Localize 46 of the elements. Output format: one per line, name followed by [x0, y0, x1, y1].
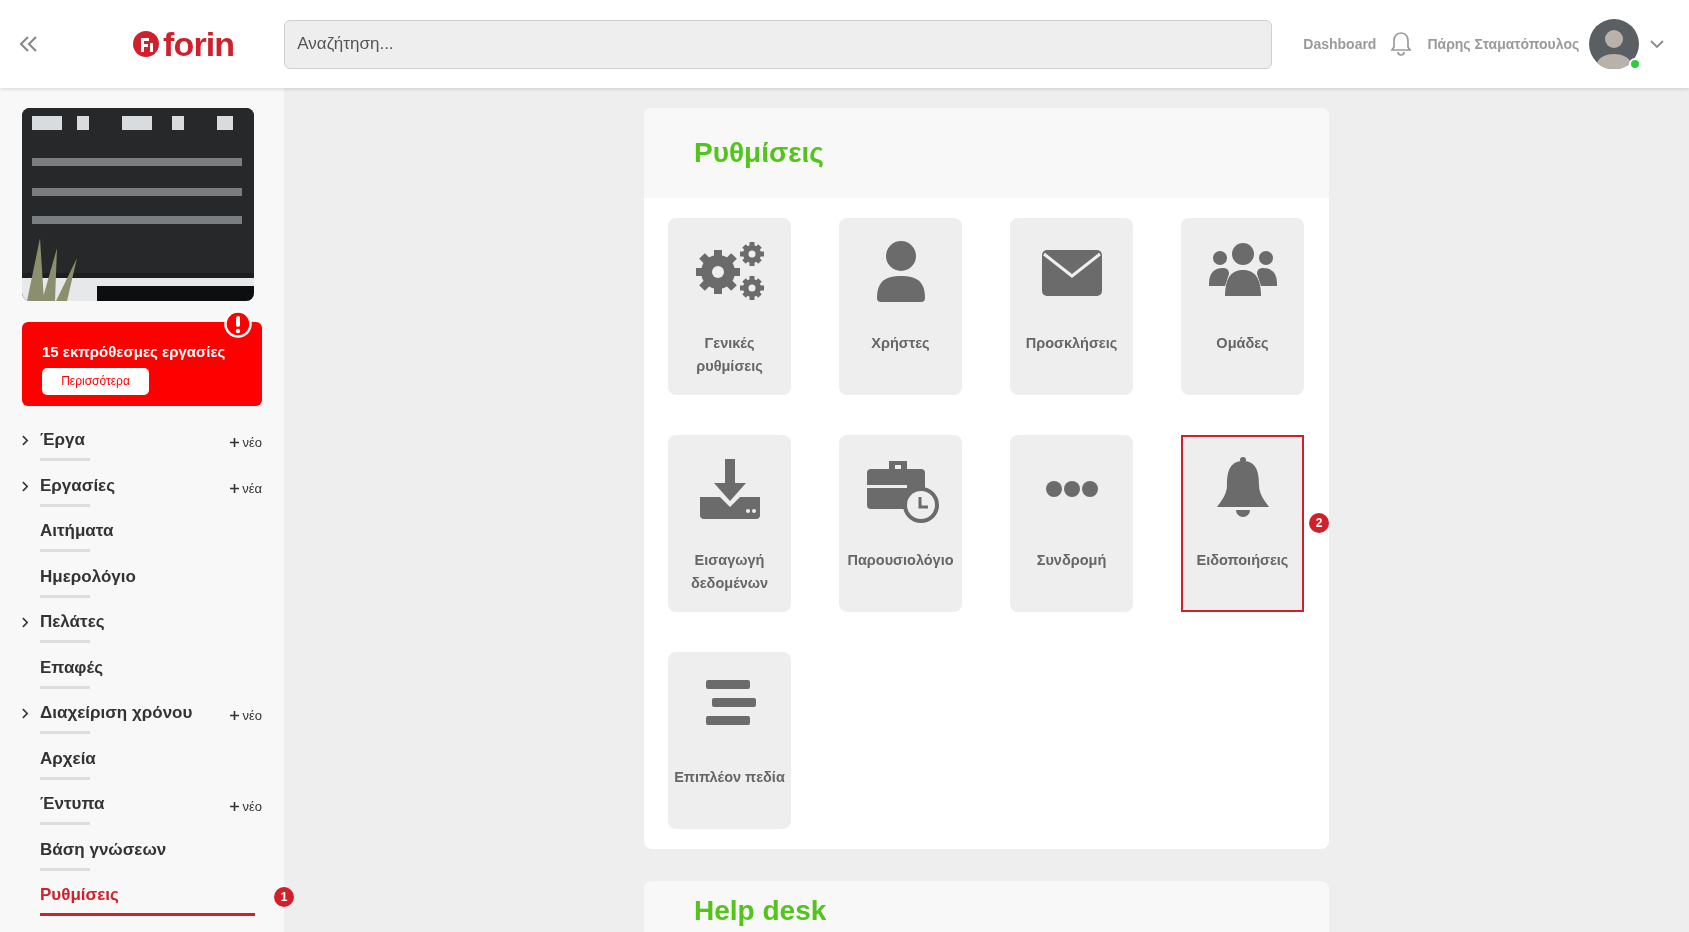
sidebar-item[interactable]: Διαχείριση χρόνου: [40, 701, 193, 725]
settings-tile[interactable]: Προσκλήσεις: [1010, 218, 1133, 395]
settings-tile[interactable]: Ομάδες: [1181, 218, 1304, 395]
plus-icon: [230, 483, 240, 493]
add-new-link[interactable]: νέα: [230, 478, 262, 498]
logo-icon: [133, 31, 159, 57]
notifications-icon[interactable]: [1390, 31, 1413, 57]
chevron-right-icon[interactable]: [22, 708, 29, 719]
sidebar-item[interactable]: Έντυπα: [40, 792, 105, 816]
avatar[interactable]: [1589, 19, 1640, 69]
settings-tile[interactable]: Ειδοποιήσεις: [1181, 435, 1304, 612]
sidebar-item[interactable]: Επαφές: [40, 655, 103, 680]
chevron-right-icon[interactable]: [22, 617, 29, 628]
collapse-icon[interactable]: [19, 35, 39, 53]
card-title: Ρυθμίσεις: [694, 136, 824, 170]
step-badge: 1: [274, 887, 294, 907]
plus-icon: [230, 802, 240, 812]
add-new-link[interactable]: νέο: [230, 433, 262, 453]
search-field[interactable]: Αναζήτηση...: [284, 19, 1273, 69]
step-badge: 2: [1309, 513, 1329, 533]
chevron-right-icon[interactable]: [22, 435, 29, 446]
sidebar-item[interactable]: Ρυθμίσεις: [40, 883, 119, 907]
settings-tile[interactable]: Συνδρομή: [1010, 435, 1133, 612]
sidebar-item[interactable]: Αρχεία: [40, 746, 96, 771]
sidebar-item[interactable]: Ημερολόγιο: [40, 564, 136, 589]
settings-tile[interactable]: Εισαγωγή δεδομένων: [668, 435, 791, 612]
settings-tile[interactable]: Γενικές ρυθμίσεις: [668, 218, 791, 395]
sidebar-item[interactable]: Αιτήματα: [40, 519, 114, 543]
sidebar-item[interactable]: Εργασίες: [40, 473, 116, 498]
card-title: Help desk: [694, 897, 828, 925]
chevron-right-icon[interactable]: [22, 480, 29, 492]
sidebar-item[interactable]: Βάση γνώσεων: [40, 837, 167, 862]
add-new-link[interactable]: νέο: [230, 797, 262, 817]
dots-icon: [1045, 481, 1098, 497]
sidebar-item[interactable]: Πελάτες: [40, 610, 105, 634]
plus-icon: [230, 711, 240, 721]
sidebar-item[interactable]: Έργα: [40, 428, 85, 452]
logo-text: forin: [163, 27, 235, 61]
add-new-link[interactable]: νέο: [230, 706, 262, 726]
overdue-alert-text: 15 εκπρόθεσμες εργασίες: [42, 343, 227, 362]
plus-icon: [230, 438, 240, 448]
settings-tile[interactable]: Επιπλέον πεδία: [668, 652, 791, 829]
settings-tile[interactable]: Παρουσιολόγιο: [839, 435, 962, 612]
more-button[interactable]: Περισσότερα: [42, 367, 149, 395]
settings-tile[interactable]: Χρήστες: [839, 218, 962, 395]
chevron-down-icon[interactable]: [1650, 39, 1665, 49]
